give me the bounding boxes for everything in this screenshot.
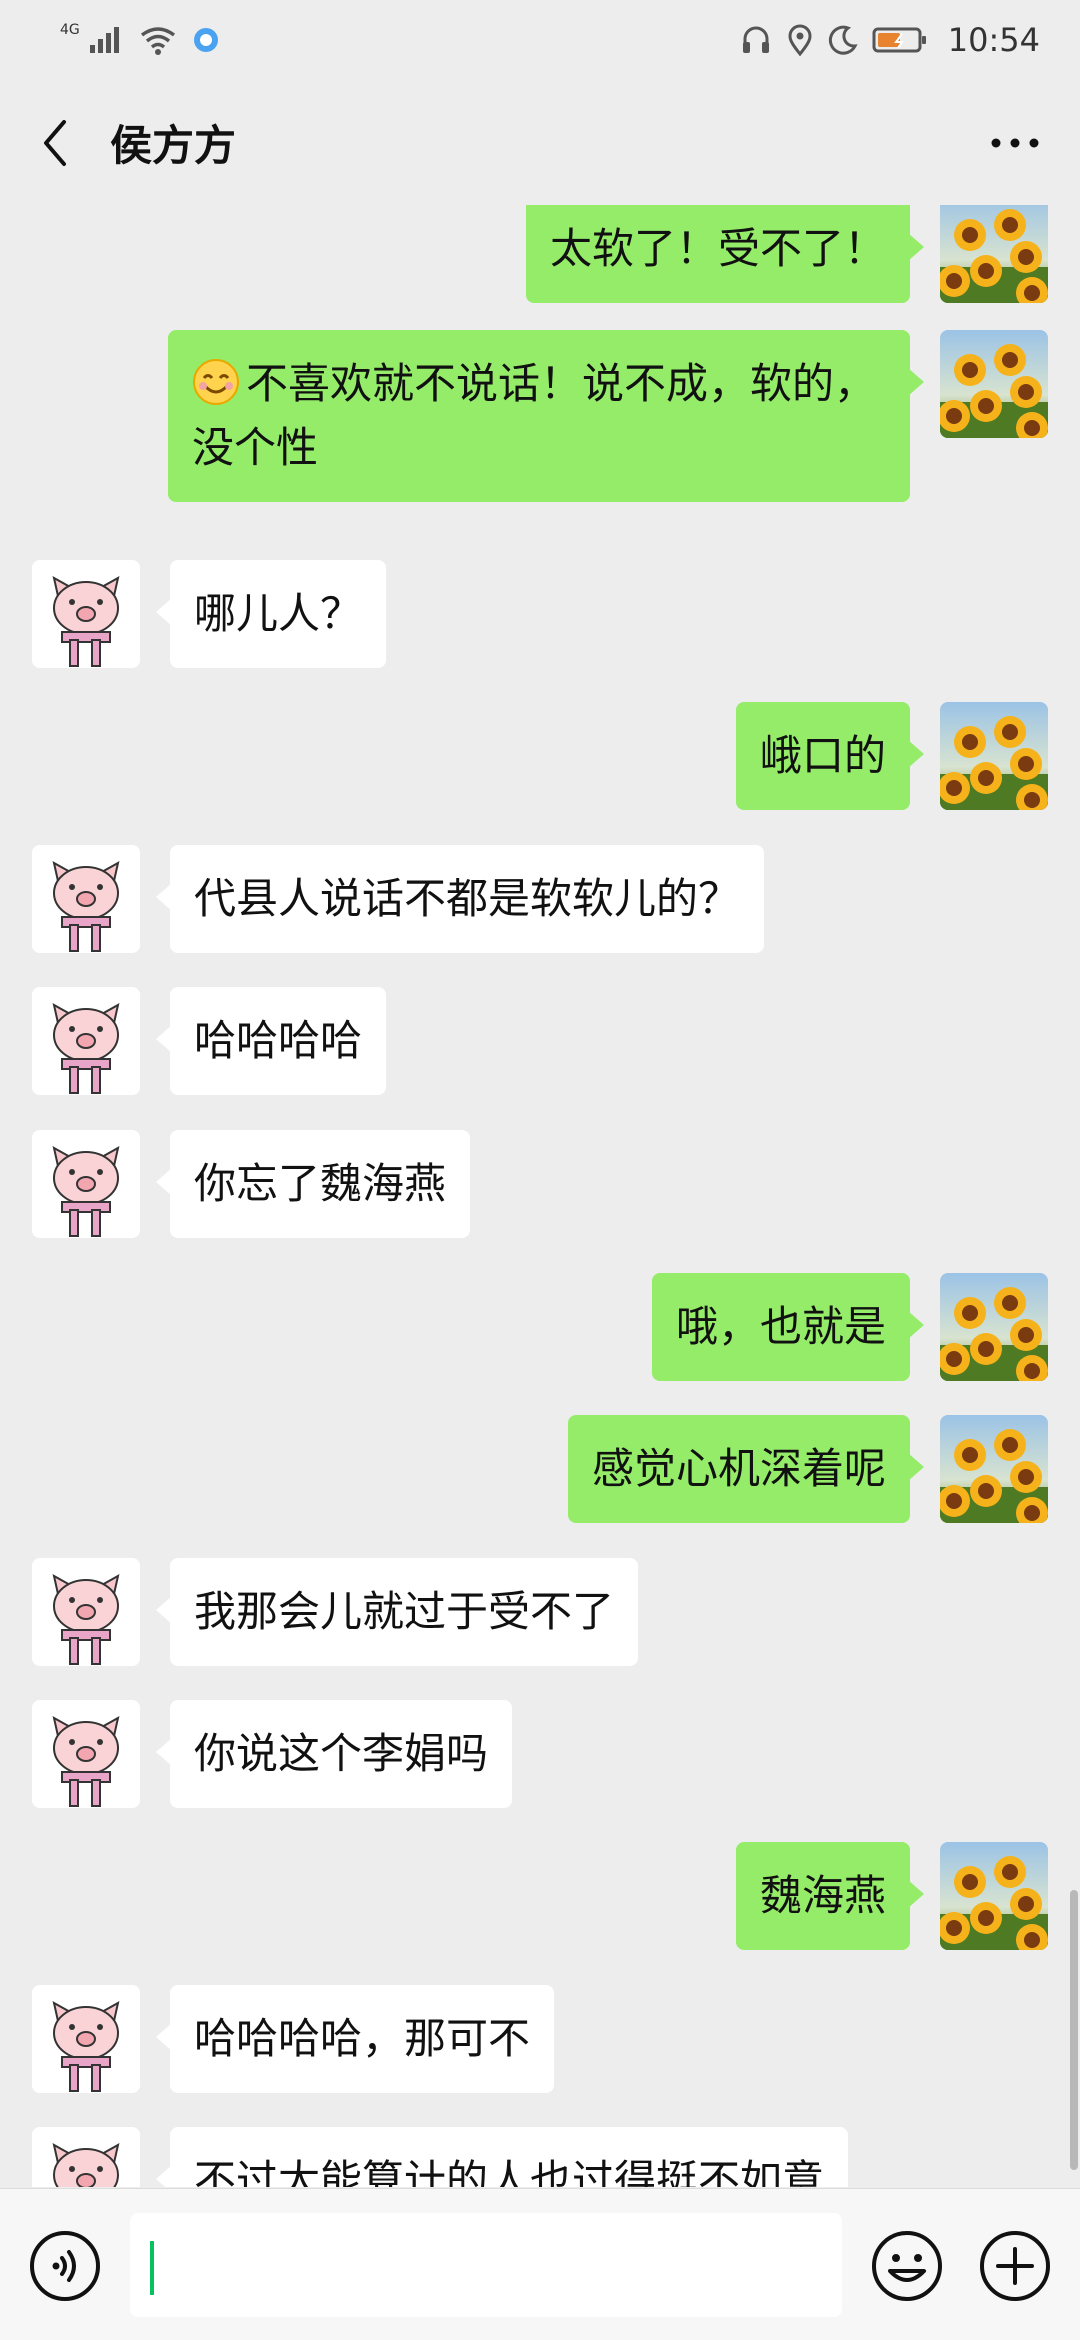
- emoji-button[interactable]: [870, 2229, 944, 2303]
- chat-scrollbar[interactable]: [1070, 1890, 1078, 2170]
- chat-messages[interactable]: 太软了！受不了！ 不喜欢就不说话！说不成，软的，没个性 哪儿人？ 峨口的 代县人…: [0, 205, 1080, 2187]
- voice-button[interactable]: [28, 2229, 102, 2303]
- network-type: 4G: [60, 22, 80, 38]
- more-dots-icon: [991, 138, 1039, 147]
- input-bar: [0, 2188, 1080, 2340]
- wifi-icon: [138, 25, 178, 55]
- message-bubble[interactable]: 不过太能算计的人也过得挺不如意: [155, 2127, 849, 2187]
- status-time: 10:54: [947, 21, 1040, 59]
- more-functions-button[interactable]: [978, 2229, 1052, 2303]
- message-bubble[interactable]: 哈哈哈哈: [155, 987, 387, 1095]
- status-right: 10:54: [740, 21, 1040, 59]
- message-bubble[interactable]: 你说这个李娟吗: [155, 1700, 513, 1808]
- message-bubble[interactable]: 我那会儿就过于受不了: [155, 1558, 639, 1666]
- message-bubble[interactable]: 峨口的: [735, 702, 925, 810]
- contact-avatar[interactable]: [32, 1130, 140, 1238]
- smile-emoji-icon: [193, 359, 239, 405]
- my-avatar[interactable]: [940, 205, 1048, 303]
- contact-avatar[interactable]: [32, 845, 140, 953]
- contact-avatar[interactable]: [32, 987, 140, 1095]
- moon-icon: [828, 25, 858, 55]
- contact-avatar[interactable]: [32, 1985, 140, 2093]
- message-bubble[interactable]: 感觉心机深着呢: [567, 1415, 925, 1523]
- signal-icon: [88, 25, 124, 55]
- headphones-icon: [740, 24, 772, 56]
- message-text: 不喜欢就不说话！说不成，软的，没个性: [192, 359, 877, 472]
- message-bubble[interactable]: 哈哈哈哈，那可不: [155, 1985, 555, 2093]
- chevron-left-icon: [44, 119, 66, 166]
- contact-avatar[interactable]: [32, 560, 140, 668]
- my-avatar[interactable]: [940, 330, 1048, 438]
- contact-avatar[interactable]: [32, 1558, 140, 1666]
- my-avatar[interactable]: [940, 702, 1048, 810]
- emoji-icon: [872, 2231, 942, 2301]
- battery-icon: [872, 26, 928, 54]
- location-icon: [786, 24, 814, 56]
- voice-icon: [30, 2231, 100, 2301]
- message-input[interactable]: [130, 2213, 842, 2317]
- message-bubble[interactable]: 不喜欢就不说话！说不成，软的，没个性: [168, 330, 924, 502]
- contact-avatar[interactable]: [32, 2127, 140, 2187]
- chat-title: 侯方方: [110, 121, 237, 170]
- more-button[interactable]: [980, 113, 1050, 173]
- message-bubble[interactable]: 你忘了魏海燕: [155, 1130, 471, 1238]
- status-left: 4G: [60, 22, 220, 55]
- app-notification-icon: [192, 26, 220, 54]
- message-bubble[interactable]: 代县人说话不都是软软儿的？: [155, 845, 765, 953]
- text-caret: [150, 2241, 154, 2295]
- message-bubble[interactable]: 哦，也就是: [651, 1273, 925, 1381]
- back-button[interactable]: [30, 113, 80, 173]
- message-bubble[interactable]: 哪儿人？: [155, 560, 387, 668]
- status-bar: 4G 10:54: [0, 0, 1080, 80]
- plus-icon: [980, 2231, 1050, 2301]
- message-bubble[interactable]: 太软了！受不了！: [525, 205, 925, 303]
- my-avatar[interactable]: [940, 1842, 1048, 1950]
- my-avatar[interactable]: [940, 1273, 1048, 1381]
- my-avatar[interactable]: [940, 1415, 1048, 1523]
- chat-header: 侯方方: [0, 80, 1080, 205]
- contact-avatar[interactable]: [32, 1700, 140, 1808]
- message-bubble[interactable]: 魏海燕: [735, 1842, 925, 1950]
